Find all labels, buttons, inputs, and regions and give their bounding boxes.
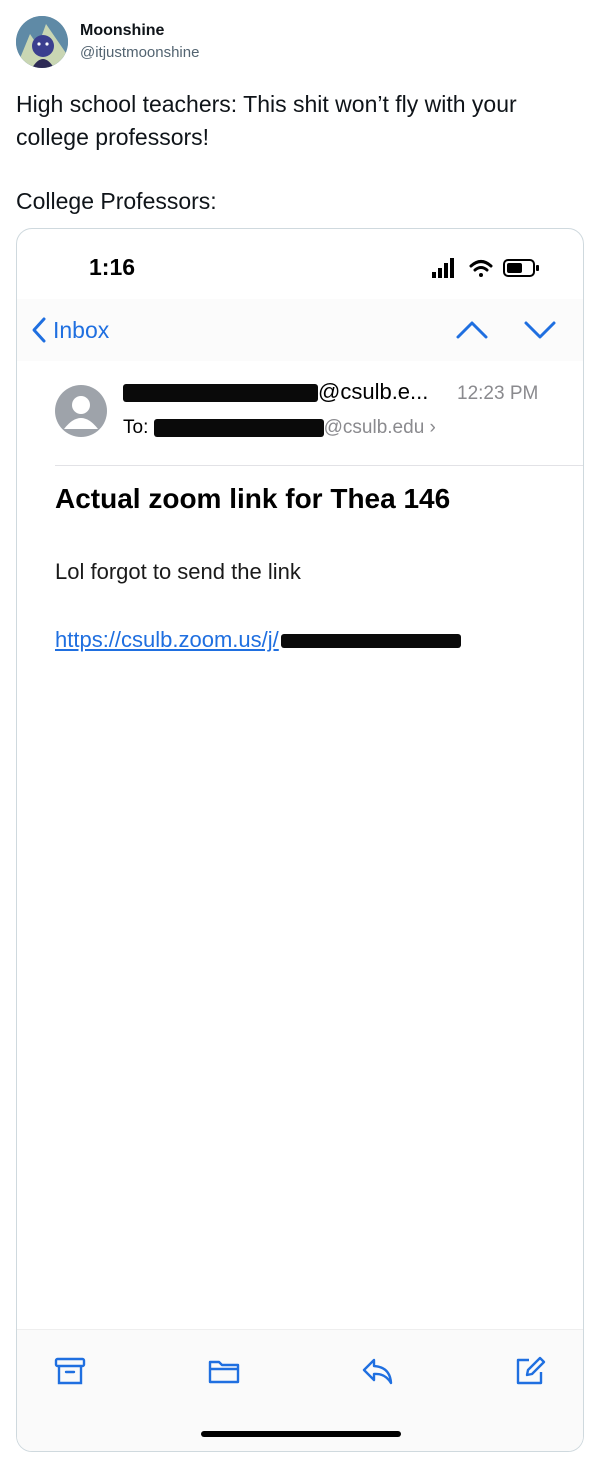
tweet-text-line: College Professors: — [16, 188, 217, 214]
status-time: 1:16 — [89, 254, 136, 280]
archive-icon[interactable] — [53, 1354, 87, 1388]
inbox-back-button[interactable]: Inbox — [31, 314, 109, 346]
wifi-icon — [469, 260, 493, 277]
inbox-back-label: Inbox — [53, 316, 110, 343]
folder-icon[interactable] — [207, 1354, 241, 1388]
battery-icon — [503, 259, 539, 277]
email-subject: Actual zoom link for Thea 146 — [55, 483, 451, 514]
signal-icon — [432, 258, 454, 278]
sender-address[interactable]: @csulb.e... — [123, 379, 428, 405]
status-icons — [432, 258, 539, 278]
redacted-text — [153, 418, 324, 437]
header-divider — [55, 465, 583, 466]
handle[interactable]: @itjustmoonshine — [80, 44, 199, 61]
home-indicator — [201, 1431, 401, 1437]
tweet-text: High school teachers: This shit won’t fl… — [16, 88, 582, 218]
compose-icon[interactable] — [513, 1354, 547, 1388]
tweet-media-screenshot[interactable]: 1:16 Inbox @csulb.e... 12:23 PM To: @csu… — [16, 228, 584, 1452]
chevron-right-icon: › — [429, 417, 436, 438]
person-icon — [64, 396, 98, 429]
up-arrow-icon[interactable] — [455, 316, 489, 344]
email-time: 12:23 PM — [457, 383, 539, 404]
display-name[interactable]: Moonshine — [80, 22, 164, 40]
sender-avatar[interactable] — [55, 385, 107, 437]
email-header: @csulb.e... 12:23 PM To: @csulb.edu › — [17, 361, 583, 465]
tweet-text-line: High school teachers: This shit won’t fl… — [16, 91, 517, 150]
redacted-text — [280, 634, 461, 649]
reply-icon[interactable] — [361, 1354, 395, 1388]
zoom-link-text: https://csulb.zoom.us/j/ — [55, 627, 279, 652]
recipient-domain: @csulb.edu — [323, 417, 425, 438]
zoom-link[interactable]: https://csulb.zoom.us/j/ — [55, 627, 461, 653]
avatar[interactable] — [16, 16, 68, 68]
recipient-line[interactable]: To: @csulb.edu › — [123, 417, 436, 439]
back-chevron-icon — [32, 317, 46, 343]
sender-domain: @csulb.e... — [318, 379, 429, 404]
down-arrow-icon[interactable] — [523, 316, 557, 344]
email-body: Lol forgot to send the link — [55, 559, 301, 584]
to-label: To: — [123, 417, 149, 438]
mail-nav-bar: Inbox — [17, 299, 583, 361]
tweet-header: Moonshine @itjustmoonshine — [16, 16, 576, 70]
redacted-text — [123, 384, 318, 403]
